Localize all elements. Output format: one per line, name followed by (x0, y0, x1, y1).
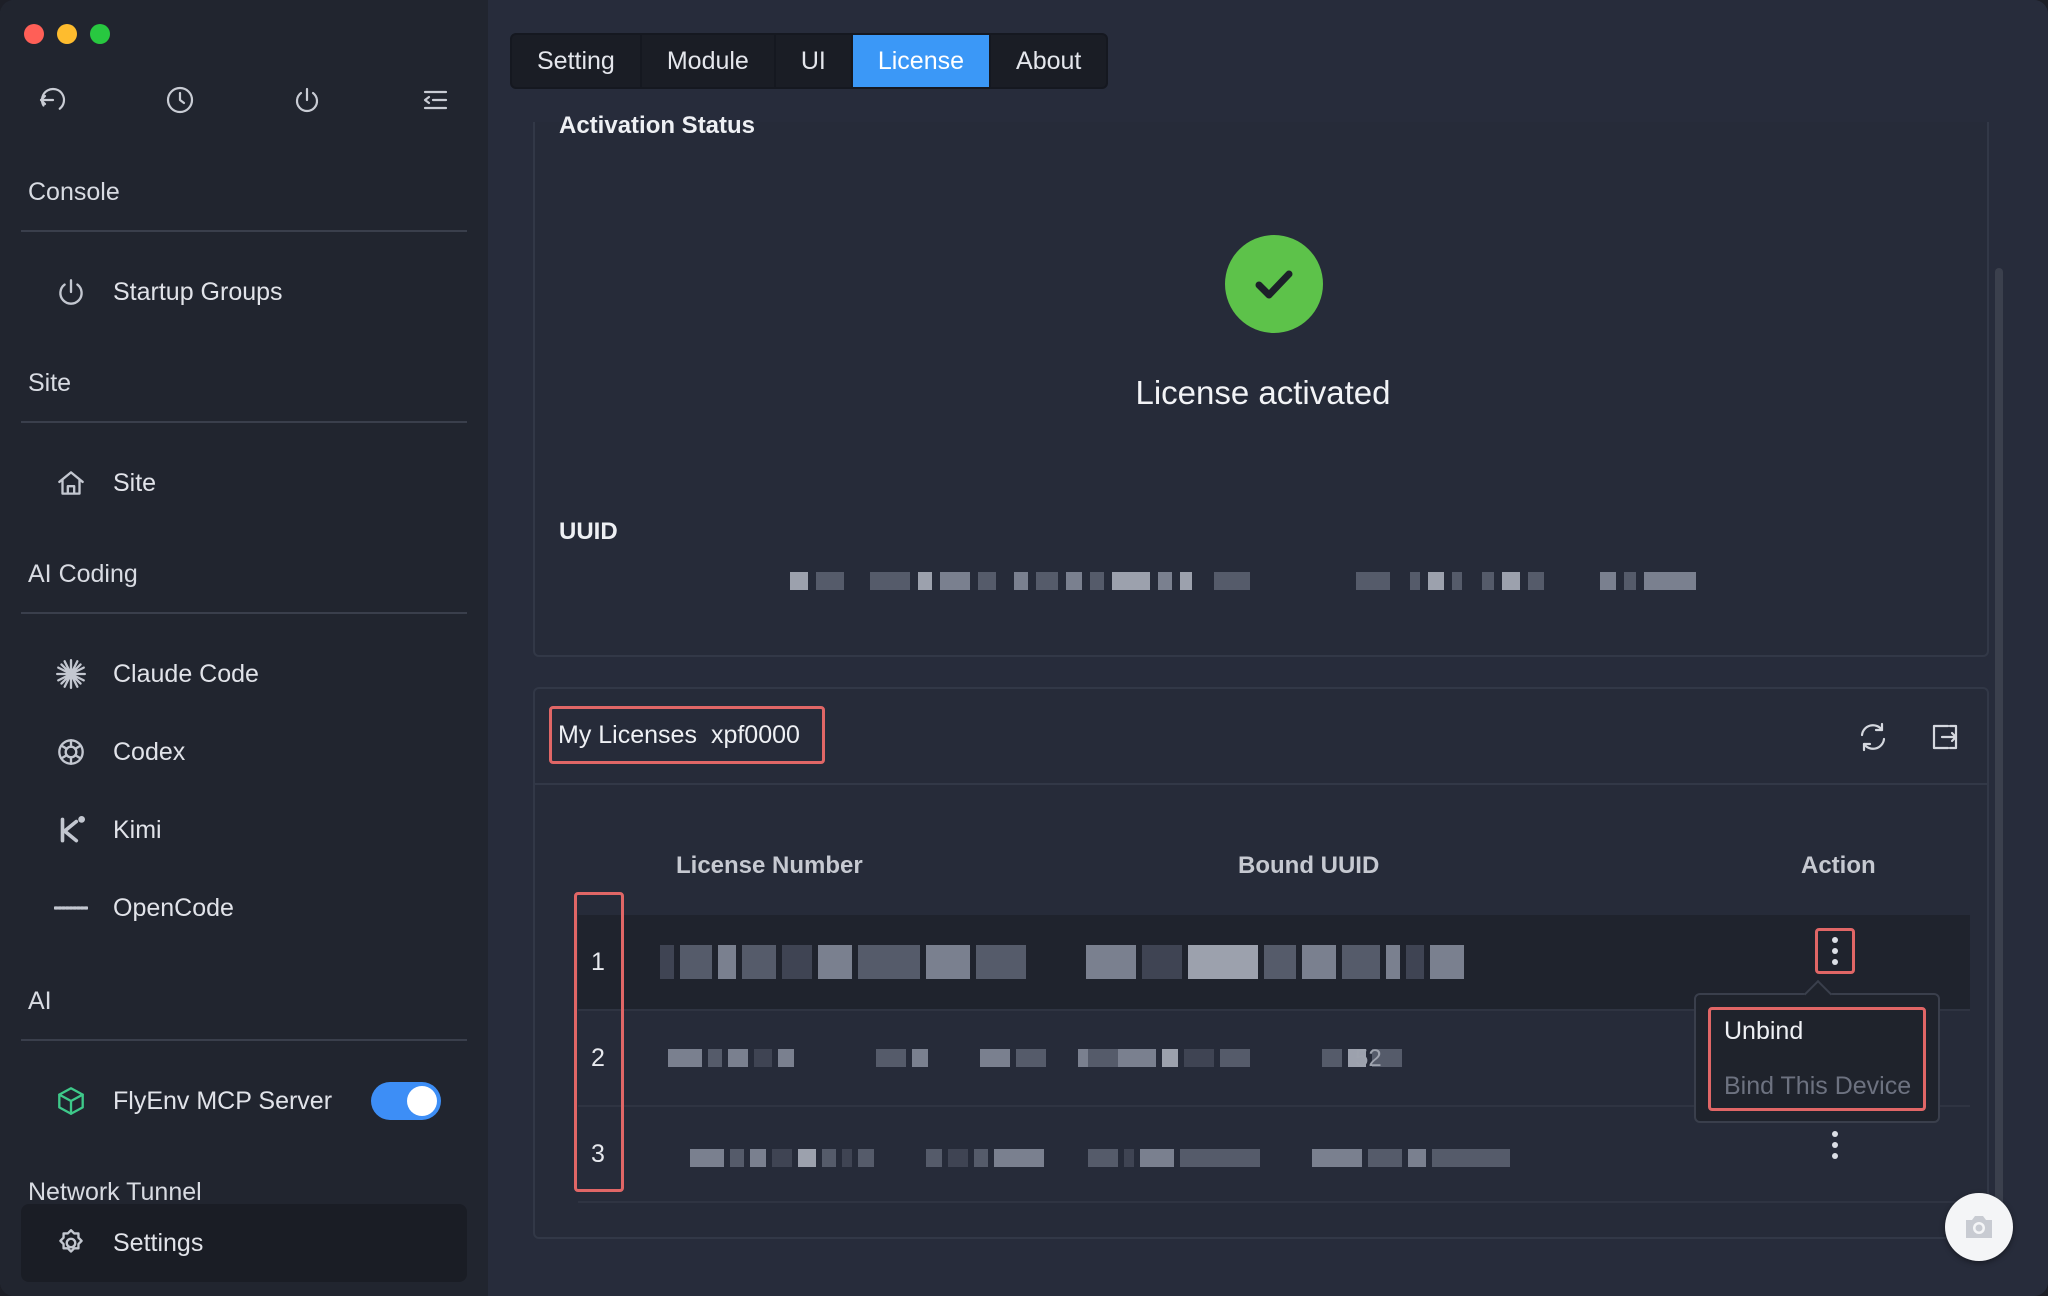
divider (21, 230, 467, 232)
row-index: 1 (591, 948, 605, 976)
divider (21, 421, 467, 423)
sidebar-item-opencode[interactable]: OpenCode (21, 876, 467, 940)
sidebar: Console Startup Groups Site Site AI Codi… (0, 0, 488, 1296)
sidebar-item-codex[interactable]: Codex (21, 720, 467, 784)
claude-starburst-icon (51, 654, 91, 694)
back-icon[interactable] (30, 78, 74, 122)
sidebar-item-label: OpenCode (113, 893, 234, 922)
uuid-value-redacted (790, 572, 1696, 590)
main-panel: Setting Module UI License About Activati… (488, 0, 2048, 1296)
flyenv-mcp-toggle[interactable] (371, 1082, 441, 1120)
sidebar-item-label: Site (113, 468, 157, 497)
sidebar-toolbar (0, 78, 488, 122)
sidebar-item-label: Startup Groups (113, 277, 283, 306)
sidebar-item-label: Kimi (113, 815, 162, 844)
column-header-action: Action (1801, 852, 1876, 879)
gear-icon (51, 1223, 91, 1263)
sidebar-item-startup-groups[interactable]: Startup Groups (21, 260, 467, 324)
activation-status-text: License activated (1135, 374, 1391, 411)
my-licenses-title-text: My Licenses (558, 720, 697, 749)
column-header-bound-uuid: Bound UUID (1238, 852, 1380, 879)
power-icon[interactable] (285, 78, 329, 122)
bind-this-device-menu-item[interactable]: Bind This Device (1724, 1072, 1911, 1101)
bound-uuid-redacted (1086, 945, 1464, 979)
menu-collapse-icon[interactable] (413, 78, 457, 122)
cube-icon (51, 1081, 91, 1121)
app-window: Console Startup Groups Site Site AI Codi… (0, 0, 2048, 1296)
row-index: 2 (591, 1044, 605, 1072)
window-controls (24, 24, 110, 44)
home-icon (51, 463, 91, 503)
divider (21, 1039, 467, 1041)
sidebar-item-flyenv-mcp[interactable]: FlyEnv MCP Server (21, 1069, 467, 1133)
unbind-menu-item[interactable]: Unbind (1724, 1017, 1803, 1046)
tab-license[interactable]: License (852, 35, 992, 87)
license-username: xpf0000 (710, 720, 800, 749)
license-number-redacted (668, 1049, 1130, 1067)
group-title-ai: AI (28, 987, 52, 1015)
sidebar-item-settings[interactable]: Settings (21, 1204, 467, 1282)
sidebar-item-label: Codex (113, 737, 186, 766)
sidebar-item-label: FlyEnv MCP Server (113, 1086, 333, 1115)
group-title-network-tunnel: Network Tunnel (28, 1178, 202, 1206)
uuid-label: UUID (559, 518, 618, 545)
bound-uuid-partial: 52 (1355, 1045, 1382, 1072)
refresh-icon[interactable] (1855, 719, 1891, 755)
activation-status-card: Activation Status License activated UUID (533, 112, 1989, 657)
close-window-button[interactable] (24, 24, 44, 44)
tab-setting[interactable]: Setting (512, 35, 642, 87)
row-1-more-icon[interactable] (1815, 928, 1855, 974)
row-index: 3 (591, 1140, 605, 1168)
tab-about[interactable]: About (991, 35, 1106, 87)
license-number-redacted (660, 945, 1026, 979)
settings-tabs: Setting Module UI License About (510, 33, 1109, 89)
row-action-menu: Unbind Bind This Device (1694, 993, 1940, 1123)
screenshot-camera-icon[interactable] (1945, 1193, 2013, 1261)
sidebar-item-site[interactable]: Site (21, 451, 467, 515)
clock-icon[interactable] (158, 78, 202, 122)
logout-icon[interactable] (1927, 719, 1963, 755)
sidebar-item-label: Claude Code (113, 659, 259, 688)
tab-module[interactable]: Module (642, 35, 776, 87)
group-title-ai-coding: AI Coding (28, 560, 138, 588)
my-licenses-card: My Licenses xpf0000 License Number Bound… (533, 687, 1989, 1239)
row-3-more-icon[interactable] (1815, 1122, 1855, 1168)
bound-uuid-redacted (1088, 1149, 1510, 1167)
sidebar-nav: Console Startup Groups Site Site AI Codi… (0, 150, 488, 1296)
kimi-logo-icon (51, 810, 91, 850)
my-licenses-header: My Licenses xpf0000 (535, 689, 1987, 785)
opencode-logo-icon (51, 888, 91, 928)
sidebar-item-claude-code[interactable]: Claude Code (21, 642, 467, 706)
checkmark-icon (1225, 235, 1323, 333)
power-icon (51, 272, 91, 312)
sidebar-item-label: Settings (113, 1228, 204, 1257)
main-scrollbar[interactable] (1995, 268, 2003, 1208)
minimize-window-button[interactable] (57, 24, 77, 44)
group-title-site: Site (28, 369, 72, 397)
sidebar-item-kimi[interactable]: Kimi (21, 798, 467, 862)
license-number-redacted (690, 1149, 1044, 1167)
zoom-window-button[interactable] (90, 24, 110, 44)
group-title-console: Console (28, 178, 120, 206)
activation-status-heading: Activation Status (559, 112, 756, 139)
my-licenses-title: My Licenses xpf0000 (549, 706, 825, 764)
openai-knot-icon (51, 732, 91, 772)
divider (21, 612, 467, 614)
tab-ui[interactable]: UI (776, 35, 853, 87)
column-header-license-number: License Number (676, 852, 863, 879)
